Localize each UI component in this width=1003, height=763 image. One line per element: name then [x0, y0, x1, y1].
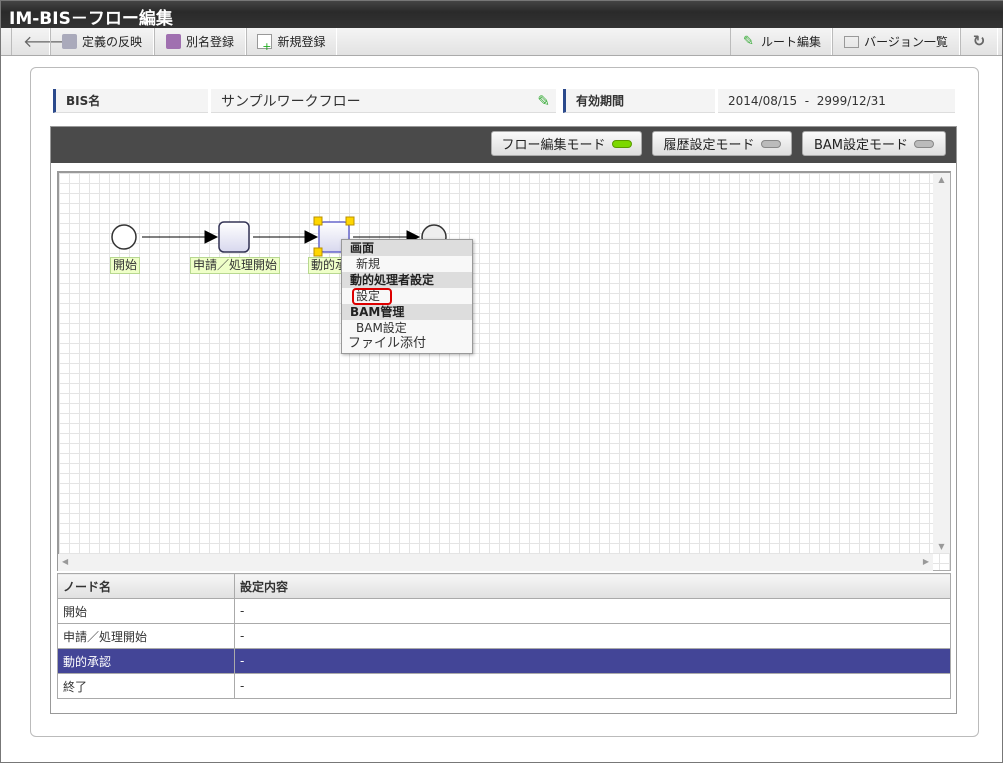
table-row[interactable]: 開始 - [57, 598, 951, 624]
column-header: ノード名 [57, 573, 235, 599]
table-row[interactable]: 申請／処理開始 - [57, 623, 951, 649]
start-node[interactable] [111, 224, 137, 250]
menu-header: 動的処理者設定 [342, 272, 472, 288]
flow-diagram [111, 216, 447, 257]
menu-item-settings[interactable]: 設定 [342, 288, 472, 305]
table-row[interactable]: 終了 - [57, 673, 951, 699]
cell: 申請／処理開始 [57, 623, 235, 649]
settings-label: 設定 [352, 288, 393, 305]
context-menu: 画面 新規 動的処理者設定 設定 BAM管理 BAM設定 ファイル添付 [341, 239, 473, 354]
cell: - [234, 673, 951, 699]
node-label: 動的承認 [308, 257, 344, 274]
table-row-selected[interactable]: 動的承認 - [57, 648, 951, 674]
node-table: ノード名 設定内容 開始 - 申請／処理開始 - 動的承認 - 終了 - [57, 573, 951, 699]
menu-header: 画面 [342, 240, 472, 256]
cell: 開始 [57, 598, 235, 624]
node-label: 開始 [110, 257, 141, 274]
menu-header: BAM管理 [342, 304, 472, 320]
cell: - [234, 623, 951, 649]
cell: 動的承認 [57, 648, 235, 674]
cell: - [234, 648, 951, 674]
table-header: ノード名 設定内容 [57, 573, 951, 599]
node-label: 申請／処理開始 [190, 257, 281, 274]
menu-item-new[interactable]: 新規 [342, 256, 472, 272]
apply-task-node[interactable] [218, 221, 250, 253]
menu-item-bam-settings[interactable]: BAM設定 [342, 320, 472, 336]
column-header: 設定内容 [234, 573, 951, 599]
cell: - [234, 598, 951, 624]
menu-item-file-attach[interactable]: ファイル添付 [342, 336, 472, 352]
cell: 終了 [57, 673, 235, 699]
